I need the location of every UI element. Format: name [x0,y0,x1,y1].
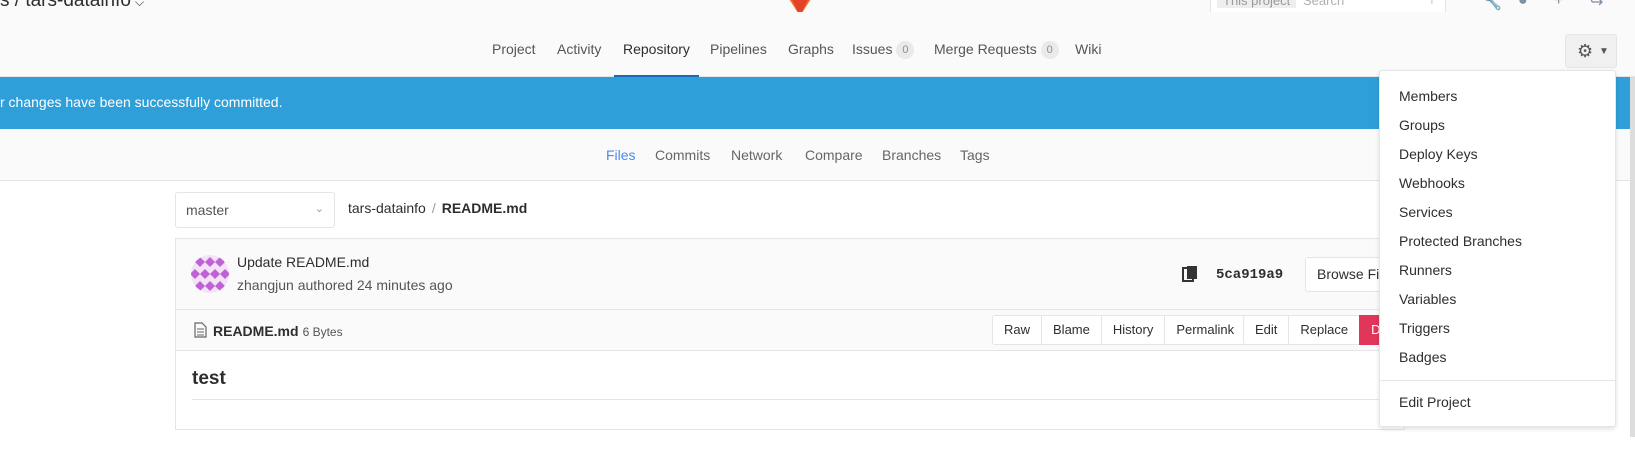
file-text-icon [194,322,207,338]
chevron-down-icon: ⌵ [134,0,145,9]
branch-select[interactable]: master ⌄ [175,192,335,228]
plus-icon[interactable]: + [1554,0,1563,10]
caret-down-icon: ▼ [1599,46,1609,57]
commit-title-link[interactable]: Update README.md [237,254,369,270]
commit-sha[interactable]: 5ca919a9 [1216,267,1283,283]
subtab-label: Files [606,147,636,163]
subtab-commits[interactable]: Commits [655,129,710,181]
page-edge [1630,77,1635,437]
subtab-label: Branches [882,147,942,163]
permalink-button[interactable]: Permalink [1164,315,1247,345]
search-input[interactable]: Search [1303,0,1344,8]
file-header: README.md 6 Bytes Raw Blame History Perma… [175,309,1421,351]
tab-merge-requests[interactable]: Merge Requests 0 [934,12,1059,77]
subtab-label: Tags [960,147,990,163]
tab-label: Activity [557,41,602,57]
menu-item-groups[interactable]: Groups [1399,117,1445,133]
menu-item-deploy-keys[interactable]: Deploy Keys [1399,146,1478,162]
issues-count-badge: 0 [896,41,915,59]
subtab-tags[interactable]: Tags [960,129,990,181]
replace-button[interactable]: Replace [1288,315,1361,345]
search-scope-label: This project [1217,0,1297,8]
readme-heading: test [192,368,226,389]
last-commit-block: Update README.md zhangjun authored 24 mi… [175,238,1415,310]
commit-author-line: zhangjun authored 24 minutes ago [237,277,453,293]
tab-label: Project [492,41,536,57]
tab-label: Graphs [788,41,834,57]
menu-item-members[interactable]: Members [1399,88,1457,104]
file-content: test [175,350,1405,430]
tab-graphs[interactable]: Graphs [788,12,834,77]
admin-wrench-icon[interactable]: 🔧 [1482,0,1502,12]
menu-divider [1380,380,1615,381]
tab-project[interactable]: Project [492,12,536,77]
flash-message: r changes have been successfully committ… [0,94,283,110]
settings-dropdown-menu: Members Groups Deploy Keys Webhooks Serv… [1379,70,1616,427]
menu-item-runners[interactable]: Runners [1399,262,1452,278]
top-header: s / tars-datainfo⌵ This project Search ⚲… [0,0,1635,16]
menu-item-webhooks[interactable]: Webhooks [1399,175,1465,191]
menu-item-variables[interactable]: Variables [1399,291,1456,307]
menu-item-triggers[interactable]: Triggers [1399,320,1450,336]
breadcrumb-separator: / [431,200,436,216]
menu-item-protected-branches[interactable]: Protected Branches [1399,233,1522,249]
tab-issues[interactable]: Issues 0 [852,12,915,77]
file-name: README.md 6 Bytes [213,323,343,339]
project-nav: Project Activity Repository Pipelines Gr… [0,12,1635,77]
gear-icon: ⚙ [1577,41,1594,61]
tab-repository[interactable]: Repository [614,12,699,77]
breadcrumb-repo-link[interactable]: tars-datainfo [348,200,426,216]
tab-wiki[interactable]: Wiki [1075,12,1101,77]
clipboard-copy-icon[interactable] [1182,265,1198,283]
heading-rule [192,399,1388,400]
file-view-actions: Raw Blame History Permalink [992,315,1247,345]
chevron-down-icon: ⌄ [314,203,324,215]
breadcrumb-file-name: README.md [441,200,528,216]
tab-pipelines[interactable]: Pipelines [710,12,767,77]
file-size: 6 Bytes [302,325,343,339]
tab-label: Repository [623,41,690,57]
menu-item-services[interactable]: Services [1399,204,1453,220]
tab-label: Pipelines [710,41,767,57]
file-name-text: README.md [213,323,299,339]
subtab-label: Compare [805,147,863,163]
identicon-avatar-icon [191,255,229,293]
branch-select-value: master [186,202,229,218]
menu-item-edit-project[interactable]: Edit Project [1399,394,1471,410]
subtab-label: Commits [655,147,711,163]
edit-button[interactable]: Edit [1243,315,1290,345]
subtab-label: Network [731,147,783,163]
merge-requests-count-badge: 0 [1040,41,1059,59]
subtab-branches[interactable]: Branches [882,129,941,181]
todo-icon[interactable]: ● [1518,0,1528,10]
tab-label: Merge Requests [934,41,1037,57]
raw-button[interactable]: Raw [992,315,1043,345]
search-icon: ⚲ [1427,0,1437,6]
tab-label: Wiki [1075,41,1102,57]
menu-item-badges[interactable]: Badges [1399,349,1446,365]
sign-out-icon[interactable]: ↪ [1590,0,1603,12]
avatar[interactable] [191,255,229,293]
history-button[interactable]: History [1100,315,1166,345]
subtab-compare[interactable]: Compare [805,129,863,181]
breadcrumb: tars-datainfo / README.md [348,200,527,216]
subtab-network[interactable]: Network [731,129,782,181]
project-path-text: s / tars-datainfo [0,0,131,11]
subtab-files[interactable]: Files [606,129,636,181]
blame-button[interactable]: Blame [1041,315,1102,345]
settings-dropdown-button[interactable]: ⚙ ▼ [1565,34,1617,68]
project-path-title[interactable]: s / tars-datainfo ⌵ [0,0,144,12]
tab-activity[interactable]: Activity [557,12,601,77]
tab-label: Issues [852,41,893,57]
